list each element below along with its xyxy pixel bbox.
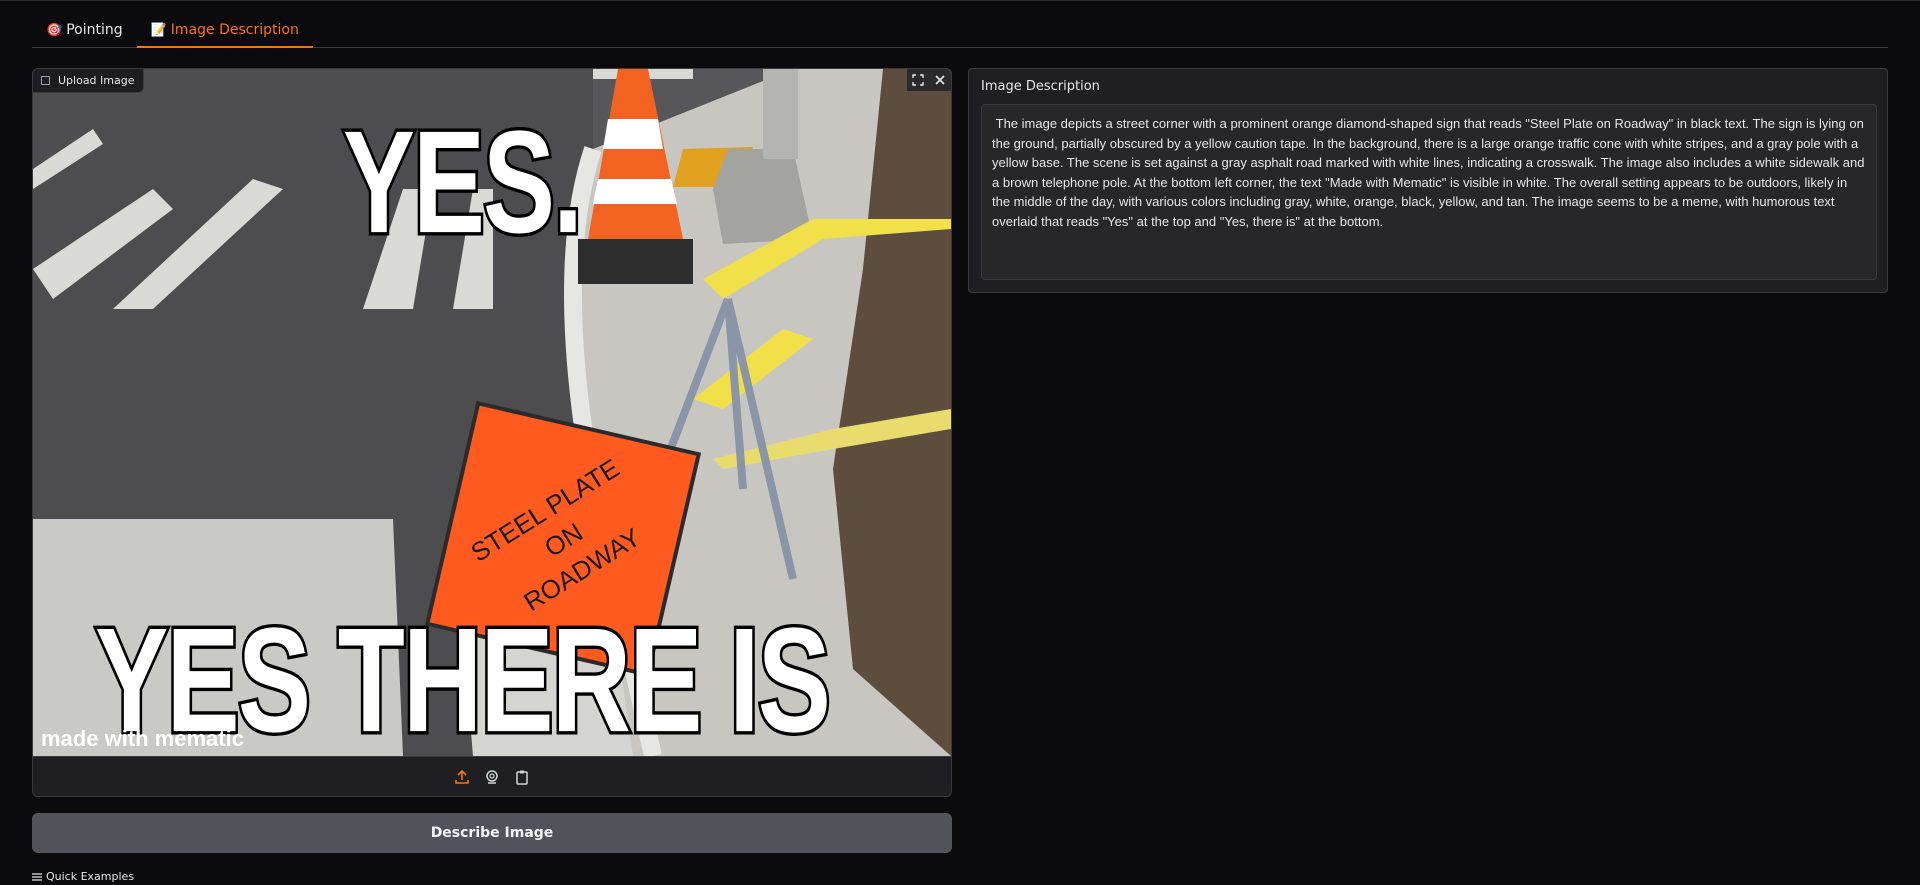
target-icon: 🎯 <box>46 22 63 38</box>
image-description-panel: Image Description The image depicts a st… <box>968 68 1888 293</box>
upload-image-label: Upload Image <box>33 69 144 93</box>
tab-image-description[interactable]: 📝 Image Description <box>136 13 314 48</box>
close-icon[interactable] <box>929 69 951 91</box>
quick-examples-toggle[interactable]: Quick Examples <box>32 870 134 883</box>
meme-top-text: YES. <box>340 96 585 266</box>
watermark-text: made with mematic <box>41 726 244 751</box>
image-icon <box>41 76 50 85</box>
describe-image-button[interactable]: Describe Image <box>32 813 952 853</box>
image-corner-buttons <box>907 69 951 91</box>
tab-pointing[interactable]: 🎯 Pointing <box>32 13 137 47</box>
memo-icon: 📝 <box>150 22 167 38</box>
description-textbox[interactable]: The image depicts a street corner with a… <box>981 104 1877 280</box>
upload-label-text: Upload Image <box>58 74 135 87</box>
tab-label: Pointing <box>66 22 123 38</box>
list-icon <box>32 872 42 881</box>
tab-bar: 🎯 Pointing 📝 Image Description <box>32 13 1888 48</box>
fullscreen-icon[interactable] <box>907 69 929 91</box>
description-label: Image Description <box>981 79 1100 94</box>
webcam-icon[interactable] <box>483 768 501 786</box>
image-source-toolbar <box>33 756 951 796</box>
upload-icon[interactable] <box>453 768 471 786</box>
clipboard-icon[interactable] <box>513 768 531 786</box>
tab-label: Image Description <box>170 22 299 38</box>
image-input-panel: STEEL PLATE ON ROADWAY YES. YES THERE IS… <box>32 68 952 797</box>
uploaded-image[interactable]: STEEL PLATE ON ROADWAY YES. YES THERE IS… <box>33 69 951 756</box>
quick-examples-label: Quick Examples <box>46 870 135 883</box>
